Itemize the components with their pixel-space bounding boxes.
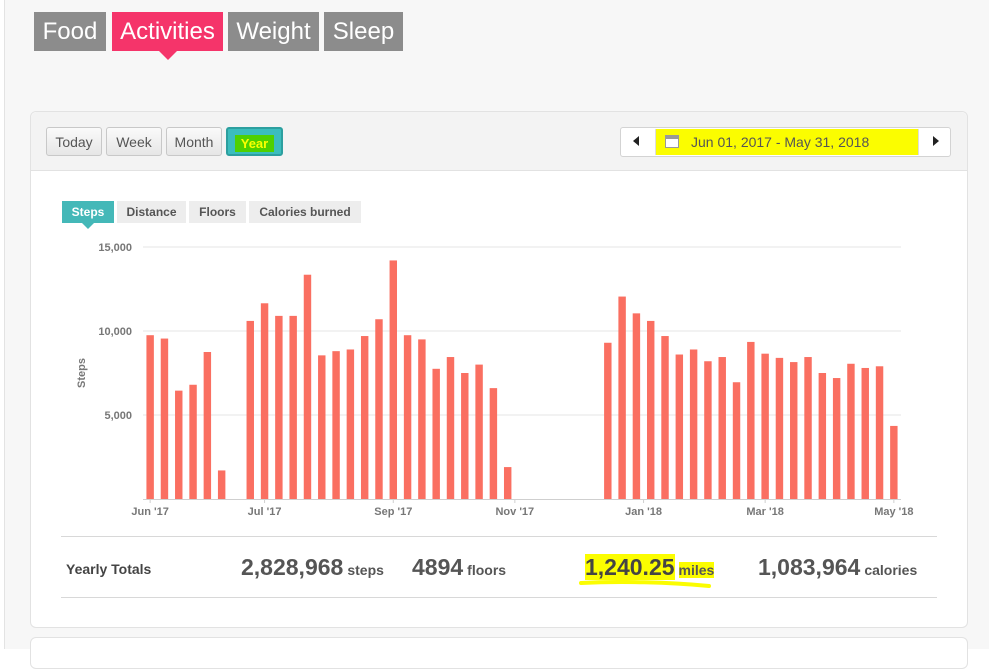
bar — [475, 364, 483, 499]
date-range-label: Jun 01, 2017 - May 31, 2018 — [691, 134, 870, 150]
yearly-totals: Yearly Totals 2,828,968 steps 4894 floors … — [61, 536, 937, 598]
bar — [332, 351, 340, 499]
card-header: Today Week Month Year Jun 01, 2017 - May… — [31, 112, 967, 171]
x-tick-label: Jun '17 — [131, 506, 168, 518]
y-axis-label: Steps — [76, 358, 88, 388]
year-button-label: Year — [234, 135, 275, 152]
x-tick-label: Nov '17 — [495, 506, 534, 518]
bar — [503, 467, 512, 499]
month-button[interactable]: Month — [166, 127, 222, 156]
bar — [303, 274, 312, 499]
bar — [646, 320, 655, 499]
bar — [189, 384, 197, 499]
tab-sleep[interactable]: Sleep — [324, 12, 403, 51]
next-range-button[interactable] — [921, 128, 951, 156]
bar — [346, 349, 355, 499]
activities-card: Today Week Month Year Jun 01, 2017 - May… — [30, 111, 968, 628]
total-miles-value: 1,240.25 — [585, 554, 675, 580]
bar — [661, 336, 669, 499]
bar — [446, 357, 455, 499]
calendar-icon — [665, 135, 679, 148]
triangle-right-icon — [933, 136, 939, 146]
bar — [861, 367, 869, 499]
metric-tab-floors[interactable]: Floors — [189, 201, 246, 223]
bar — [389, 260, 398, 499]
yearly-totals-label: Yearly Totals — [66, 561, 152, 577]
bar — [675, 354, 684, 499]
total-floors: 4894 floors — [412, 537, 506, 601]
bar — [246, 320, 254, 499]
total-calories-unit: calories — [864, 562, 918, 578]
week-button[interactable]: Week — [106, 127, 162, 156]
bar — [260, 303, 269, 499]
tab-food[interactable]: Food — [34, 12, 106, 51]
bar — [418, 339, 426, 499]
total-calories-value: 1,083,964 — [758, 554, 861, 580]
bar — [403, 335, 412, 499]
highlight-underline-mark — [579, 580, 711, 588]
bar — [875, 366, 884, 499]
bar — [275, 315, 283, 499]
total-steps-unit: steps — [347, 562, 384, 578]
metric-tab-distance[interactable]: Distance — [117, 201, 186, 223]
y-tick-label: 10,000 — [98, 326, 132, 338]
date-range-picker: Jun 01, 2017 - May 31, 2018 — [620, 127, 951, 157]
total-steps-value: 2,828,968 — [241, 554, 344, 580]
total-miles-unit: miles — [678, 562, 715, 578]
bar — [160, 338, 169, 499]
bar — [890, 425, 898, 499]
bar — [489, 388, 498, 499]
year-button[interactable]: Year — [226, 127, 283, 156]
bar — [432, 368, 440, 499]
bar — [832, 378, 841, 499]
bar — [818, 373, 827, 499]
bar — [790, 362, 798, 499]
date-range-field[interactable]: Jun 01, 2017 - May 31, 2018 — [655, 129, 919, 155]
bar — [747, 341, 755, 499]
bar — [375, 319, 383, 499]
y-tick-label: 15,000 — [98, 242, 132, 254]
metric-tab-calories-burned[interactable]: Calories burned — [249, 201, 361, 223]
bar — [689, 349, 698, 499]
x-tick-label: Jan '18 — [625, 506, 662, 518]
x-tick-label: Sep '17 — [374, 506, 412, 518]
bar — [847, 363, 855, 499]
metric-tab-steps[interactable]: Steps — [62, 201, 114, 229]
bar — [175, 390, 183, 499]
bar — [217, 470, 226, 499]
bar — [775, 357, 784, 499]
steps-bar-chart: 15,000 10,000 5,000 Steps Jun '17 Jul '17 Sep … — [76, 242, 914, 518]
bar — [761, 353, 769, 499]
x-tick-label: May '18 — [874, 506, 913, 518]
x-tick-label: Mar '18 — [746, 506, 783, 518]
bar — [804, 357, 812, 499]
y-tick-label: 5,000 — [104, 410, 132, 422]
bar — [360, 336, 369, 499]
tab-activities[interactable]: Activities — [112, 12, 223, 60]
bar — [146, 335, 154, 499]
today-button[interactable]: Today — [46, 127, 102, 156]
bar — [718, 357, 726, 499]
tab-weight[interactable]: Weight — [228, 12, 319, 51]
bar — [732, 382, 741, 499]
total-calories: 1,083,964 calories — [758, 537, 917, 601]
x-tick-label: Jul '17 — [248, 506, 282, 518]
secondary-card — [30, 637, 968, 669]
previous-range-button[interactable] — [621, 128, 651, 156]
bar — [203, 352, 212, 499]
total-floors-value: 4894 — [412, 554, 464, 580]
triangle-left-icon — [633, 136, 639, 146]
total-miles: 1,240.25 miles — [579, 537, 715, 601]
bar — [461, 373, 469, 499]
bar — [618, 296, 626, 499]
bar — [318, 355, 326, 499]
total-floors-unit: floors — [467, 562, 507, 578]
bar — [704, 361, 712, 499]
bar — [632, 313, 641, 499]
bar — [604, 342, 612, 499]
total-steps: 2,828,968 steps — [241, 537, 384, 601]
bar — [289, 315, 297, 499]
